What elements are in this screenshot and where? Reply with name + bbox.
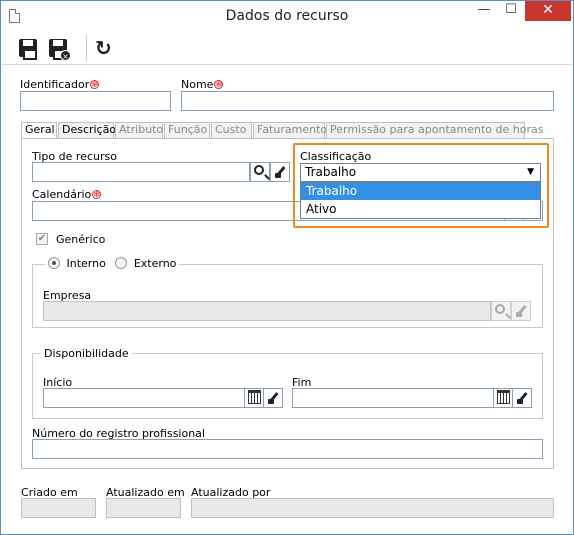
registro-profissional-input[interactable] bbox=[32, 439, 543, 459]
calendar-icon bbox=[248, 390, 261, 404]
nome-label-text: Nome bbox=[181, 78, 214, 91]
annotation-highlight-box bbox=[293, 143, 549, 228]
clear-brush-icon bbox=[268, 392, 280, 404]
calendario-label: Calendário ✻ bbox=[32, 188, 102, 201]
refresh-icon: ↻ bbox=[95, 36, 112, 60]
atualizado-por-input bbox=[191, 498, 554, 518]
toolbar: × ↻ bbox=[2, 31, 572, 65]
inicio-calendar-button[interactable] bbox=[244, 388, 264, 408]
tab-permissao-apontamento[interactable]: Permissão para apontamento de horas bbox=[326, 122, 543, 138]
toolbar-separator bbox=[86, 35, 87, 61]
nome-label: Nome ✻ bbox=[181, 78, 224, 91]
tab-funcao[interactable]: Função bbox=[164, 122, 210, 138]
save-icon bbox=[19, 39, 37, 60]
nome-input[interactable] bbox=[181, 91, 554, 111]
identificador-input[interactable] bbox=[20, 91, 171, 111]
interno-label: Interno bbox=[66, 257, 106, 270]
fim-calendar-button[interactable] bbox=[493, 388, 513, 408]
tipo-recurso-search-button[interactable] bbox=[250, 162, 270, 182]
title-bar: Dados do recurso — ☐ ✕ bbox=[1, 1, 573, 31]
interno-radio[interactable] bbox=[48, 257, 60, 269]
calendar-icon bbox=[497, 390, 510, 404]
maximize-button[interactable]: ☐ bbox=[498, 1, 524, 21]
close-small-icon: × bbox=[60, 50, 71, 61]
calendario-label-text: Calendário bbox=[32, 188, 92, 201]
externo-radio[interactable] bbox=[115, 257, 128, 269]
identificador-label: Identificador ✻ bbox=[20, 78, 100, 91]
tab-atributo[interactable]: Atributo bbox=[115, 122, 163, 138]
criado-em-input bbox=[21, 498, 96, 518]
close-button[interactable]: ✕ bbox=[525, 1, 571, 21]
required-icon: ✻ bbox=[90, 80, 100, 89]
inicio-clear-button[interactable] bbox=[263, 388, 283, 408]
atualizado-em-input bbox=[106, 498, 181, 518]
search-icon bbox=[495, 304, 505, 314]
minimize-button[interactable]: — bbox=[471, 1, 497, 21]
save-and-close-button[interactable]: × bbox=[47, 37, 71, 61]
tab-descricao[interactable]: Descrição bbox=[58, 122, 116, 138]
clear-brush-icon bbox=[275, 166, 287, 178]
disponibilidade-legend: Disponibilidade bbox=[41, 347, 132, 360]
empresa-search-button[interactable] bbox=[491, 301, 511, 321]
fim-date-input[interactable] bbox=[292, 388, 494, 408]
generico-label: Genérico bbox=[56, 233, 106, 246]
required-icon: ✻ bbox=[214, 80, 224, 89]
inicio-date-input[interactable] bbox=[43, 388, 245, 408]
tipo-recurso-clear-button[interactable] bbox=[270, 162, 290, 182]
interno-externo-legend: Interno Externo bbox=[45, 257, 180, 271]
tab-geral[interactable]: Geral bbox=[21, 122, 57, 139]
search-icon bbox=[254, 165, 264, 175]
tab-faturamento[interactable]: Faturamento bbox=[253, 122, 327, 138]
disponibilidade-group bbox=[32, 353, 543, 419]
identificador-label-text: Identificador bbox=[20, 78, 90, 91]
tab-custo[interactable]: Custo bbox=[211, 122, 252, 138]
clear-brush-icon bbox=[517, 392, 529, 404]
generico-checkbox[interactable]: ✔ bbox=[36, 233, 48, 245]
refresh-button[interactable]: ↻ bbox=[94, 37, 116, 59]
required-icon: ✻ bbox=[92, 190, 102, 199]
externo-label: Externo bbox=[133, 257, 177, 270]
clear-brush-icon bbox=[516, 305, 528, 317]
empresa-clear-button[interactable] bbox=[511, 301, 531, 321]
resource-dialog: Dados do recurso — ☐ ✕ × ↻ Identificador… bbox=[0, 0, 574, 535]
tipo-recurso-input[interactable] bbox=[32, 162, 250, 182]
fim-clear-button[interactable] bbox=[512, 388, 532, 408]
empresa-input[interactable] bbox=[43, 301, 491, 321]
save-button[interactable] bbox=[17, 37, 39, 60]
